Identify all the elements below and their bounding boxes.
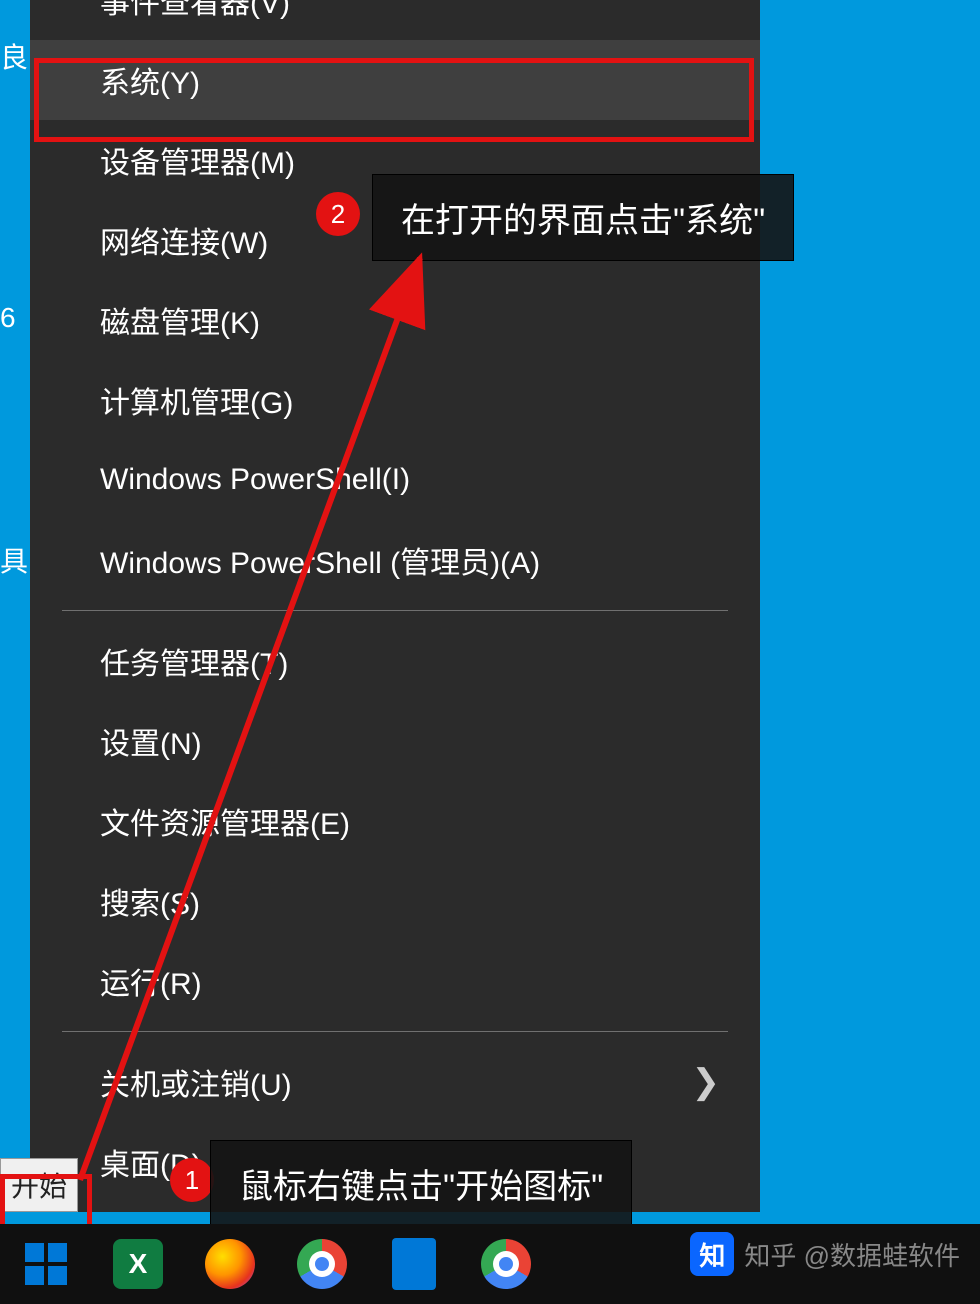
menu-divider bbox=[62, 610, 728, 611]
menu-item-task-manager[interactable]: 任务管理器(T) bbox=[30, 621, 760, 701]
menu-item-label: Windows PowerShell(I) bbox=[100, 463, 760, 497]
firefox-icon bbox=[205, 1239, 255, 1289]
menu-item-label: 关机或注销(U) bbox=[100, 1060, 692, 1104]
menu-item-label: 事件查看器(V) bbox=[100, 0, 760, 22]
excel-icon: X bbox=[113, 1239, 163, 1289]
watermark: 知 知乎 @数据蛙软件 bbox=[690, 1232, 960, 1276]
chrome-icon bbox=[297, 1239, 347, 1289]
watermark-text: 知乎 @数据蛙软件 bbox=[744, 1236, 960, 1273]
windows-logo-icon bbox=[25, 1243, 67, 1285]
taskbar-icon-vscode[interactable] bbox=[368, 1224, 460, 1304]
menu-item-label: 文件资源管理器(E) bbox=[100, 799, 760, 843]
vscode-icon bbox=[392, 1238, 436, 1290]
menu-item-event-viewer[interactable]: 事件查看器(V) bbox=[30, 0, 760, 40]
menu-item-search[interactable]: 搜索(S) bbox=[30, 861, 760, 941]
annotation-bubble-2: 在打开的界面点击"系统" bbox=[372, 174, 794, 261]
taskbar-icon-chrome-2[interactable] bbox=[460, 1224, 552, 1304]
annotation-badge-1: 1 bbox=[170, 1158, 214, 1202]
taskbar-icon-excel[interactable]: X bbox=[92, 1224, 184, 1304]
menu-item-label: 磁盘管理(K) bbox=[100, 298, 760, 342]
desktop-icon-label: 良 bbox=[0, 36, 28, 76]
menu-item-label: 搜索(S) bbox=[100, 879, 760, 923]
menu-item-label: Windows PowerShell (管理员)(A) bbox=[100, 538, 760, 582]
menu-item-label: 系统(Y) bbox=[100, 58, 760, 102]
menu-item-label: 计算机管理(G) bbox=[100, 378, 760, 422]
menu-item-label: 设置(N) bbox=[100, 719, 760, 763]
menu-item-run[interactable]: 运行(R) bbox=[30, 941, 760, 1021]
start-button[interactable] bbox=[0, 1224, 92, 1304]
menu-item-label: 运行(R) bbox=[100, 959, 760, 1003]
taskbar-icon-chrome[interactable] bbox=[276, 1224, 368, 1304]
zhihu-logo-icon: 知 bbox=[690, 1232, 734, 1276]
menu-item-label: 任务管理器(T) bbox=[100, 639, 760, 683]
menu-item-file-explorer[interactable]: 文件资源管理器(E) bbox=[30, 781, 760, 861]
chrome-icon bbox=[481, 1239, 531, 1289]
start-tooltip: 开始 bbox=[0, 1158, 78, 1212]
menu-item-powershell-admin[interactable]: Windows PowerShell (管理员)(A) bbox=[30, 520, 760, 600]
menu-item-system[interactable]: 系统(Y) bbox=[30, 40, 760, 120]
menu-item-disk-management[interactable]: 磁盘管理(K) bbox=[30, 280, 760, 360]
menu-item-settings[interactable]: 设置(N) bbox=[30, 701, 760, 781]
taskbar-icon-firefox[interactable] bbox=[184, 1224, 276, 1304]
desktop-icon-label: 具 bbox=[0, 540, 28, 580]
chevron-right-icon: ❯ bbox=[692, 1062, 721, 1102]
menu-item-computer-management[interactable]: 计算机管理(G) bbox=[30, 360, 760, 440]
menu-item-shutdown-signout[interactable]: 关机或注销(U) ❯ bbox=[30, 1042, 760, 1122]
menu-divider bbox=[62, 1031, 728, 1032]
desktop-icon-label: 6 bbox=[0, 302, 16, 334]
annotation-bubble-1: 鼠标右键点击"开始图标" bbox=[210, 1140, 632, 1227]
annotation-badge-2: 2 bbox=[316, 192, 360, 236]
menu-item-powershell[interactable]: Windows PowerShell(I) bbox=[30, 440, 760, 520]
